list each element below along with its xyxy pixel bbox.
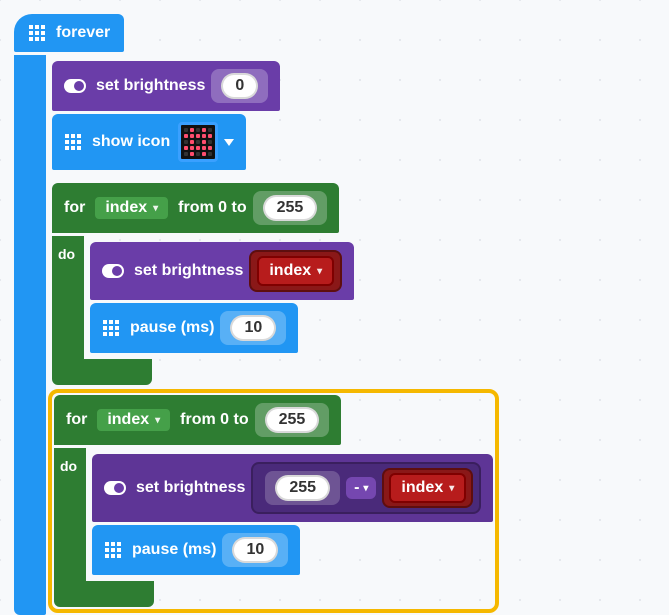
basic-category-icon (104, 541, 122, 559)
pause-value-slot[interactable]: 10 (220, 311, 286, 345)
variable-name: index (401, 479, 443, 497)
set-brightness-block[interactable]: set brightness 0 (52, 61, 280, 111)
variable-reporter[interactable]: index ▾ (389, 473, 466, 503)
for-loop-footer (54, 581, 154, 607)
chevron-down-icon: ▾ (363, 483, 368, 494)
loop-end-value[interactable]: 255 (265, 407, 320, 433)
loop-end-slot[interactable]: 255 (255, 403, 330, 437)
operator-picker[interactable]: - ▾ (346, 477, 376, 499)
for-label: for (66, 411, 87, 429)
set-brightness-label: set brightness (134, 262, 243, 280)
pause-value-slot[interactable]: 10 (222, 533, 288, 567)
forever-label: forever (56, 24, 110, 42)
forever-block-header[interactable]: forever (14, 14, 124, 52)
chevron-down-icon: ▾ (155, 415, 160, 426)
chevron-down-icon[interactable] (224, 139, 234, 146)
do-label: do (60, 458, 77, 474)
loop-end-slot[interactable]: 255 (253, 191, 328, 225)
pause-label: pause (ms) (130, 319, 214, 337)
set-brightness-label: set brightness (96, 77, 205, 95)
loop-variable-name: index (107, 411, 149, 429)
from-to-label: from 0 to (180, 411, 248, 429)
operand-left[interactable]: 255 (275, 475, 330, 501)
for-loop-footer (52, 359, 152, 385)
pause-value[interactable]: 10 (230, 315, 276, 341)
pause-block[interactable]: pause (ms) 10 (92, 525, 300, 575)
loop-variable-picker[interactable]: index ▾ (93, 195, 170, 221)
chevron-down-icon: ▾ (317, 266, 322, 277)
chevron-down-icon: ▾ (153, 203, 158, 214)
brightness-value-slot[interactable]: 0 (211, 69, 268, 103)
pause-label: pause (ms) (132, 541, 216, 559)
from-to-label: from 0 to (178, 199, 246, 217)
led-category-icon (64, 79, 86, 93)
icon-picker[interactable] (178, 122, 218, 162)
forever-rail (14, 55, 46, 615)
do-label: do (58, 246, 75, 262)
set-brightness-block[interactable]: set brightness 255 - ▾ index ▾ (92, 454, 493, 522)
basic-category-icon (28, 24, 46, 42)
operand-right-slot[interactable]: index ▾ (382, 468, 473, 508)
for-label: for (64, 199, 85, 217)
operator-symbol: - (354, 479, 359, 497)
show-icon-block[interactable]: show icon (52, 114, 246, 170)
for-loop-header[interactable]: for index ▾ from 0 to 255 (52, 183, 339, 233)
for-loop-header[interactable]: for index ▾ from 0 to 255 (54, 395, 341, 445)
show-icon-label: show icon (92, 133, 170, 151)
math-operator-block[interactable]: 255 - ▾ index ▾ (251, 462, 481, 514)
pause-value[interactable]: 10 (232, 537, 278, 563)
operand-left-slot[interactable]: 255 (265, 471, 340, 505)
led-category-icon (102, 264, 124, 278)
variable-reporter[interactable]: index ▾ (257, 256, 334, 286)
loop-variable-name: index (105, 199, 147, 217)
brightness-value-slot[interactable]: index ▾ (249, 250, 342, 292)
loop-variable-picker[interactable]: index ▾ (95, 407, 172, 433)
loop-end-value[interactable]: 255 (263, 195, 318, 221)
pause-block[interactable]: pause (ms) 10 (90, 303, 298, 353)
set-brightness-block[interactable]: set brightness index ▾ (90, 242, 354, 300)
set-brightness-label: set brightness (136, 479, 245, 497)
chevron-down-icon: ▾ (449, 483, 454, 494)
brightness-value[interactable]: 0 (221, 73, 258, 99)
selected-block-highlight: for index ▾ from 0 to 255 do set brightne… (52, 393, 495, 609)
basic-category-icon (64, 133, 82, 151)
variable-name: index (269, 262, 311, 280)
led-category-icon (104, 481, 126, 495)
basic-category-icon (102, 319, 120, 337)
